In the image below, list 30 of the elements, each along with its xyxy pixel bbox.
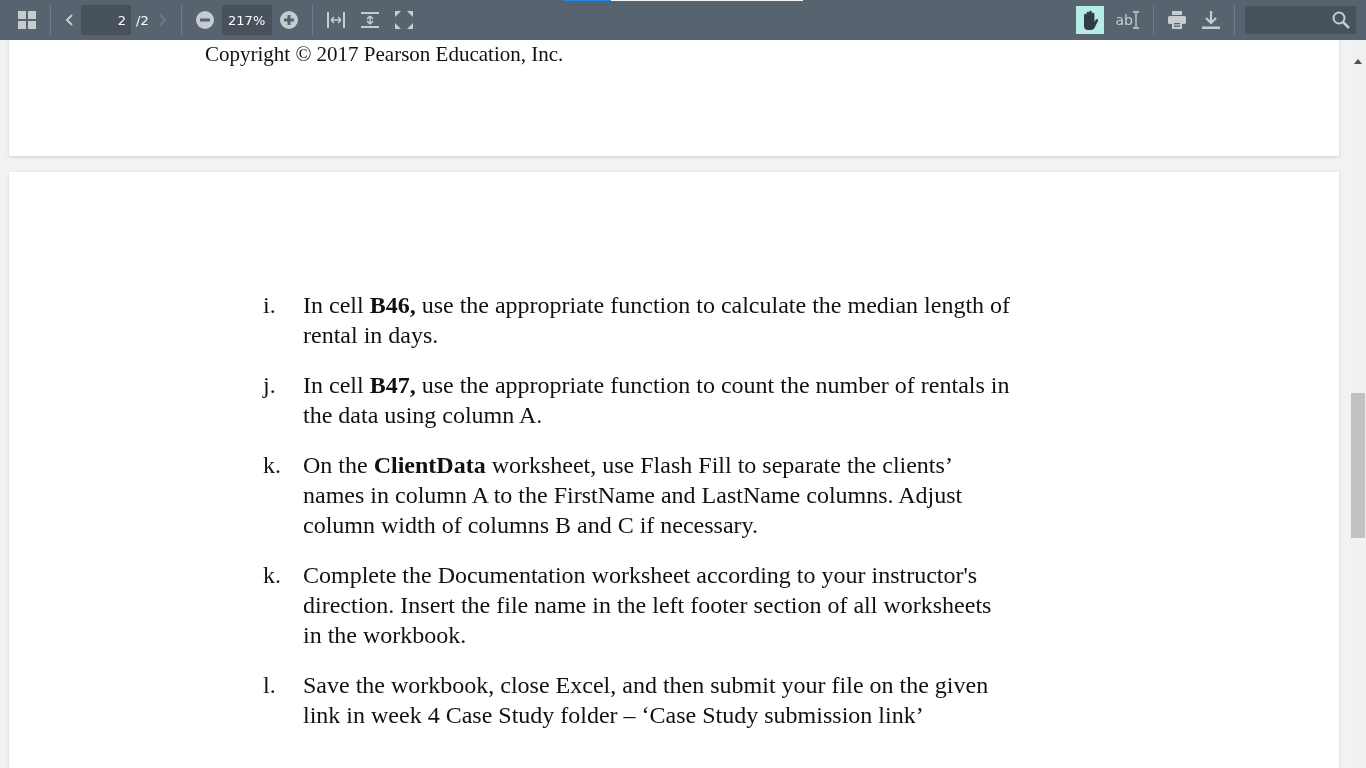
- copyright-text: Copyright © 2017 Pearson Education, Inc.: [205, 41, 565, 66]
- zoom-in-icon[interactable]: [279, 11, 298, 29]
- print-icon[interactable]: [1168, 11, 1186, 29]
- text-cursor-icon: [1133, 11, 1139, 29]
- list-marker: l.: [263, 671, 277, 700]
- page-number-field[interactable]: 2: [81, 5, 131, 35]
- hand-tool-button[interactable]: [1075, 6, 1104, 34]
- search-field[interactable]: [1245, 6, 1356, 34]
- fullscreen-icon[interactable]: [394, 11, 413, 29]
- instruction-text: Save the workbook, close Excel, and then submit your file on the given link in week 4 Case Study folder – ‘Case Study submission link’: [303, 671, 990, 730]
- zoom-out-icon[interactable]: [195, 11, 214, 29]
- text-select-button[interactable]: ab: [1111, 6, 1143, 34]
- list-marker: k.: [263, 561, 282, 590]
- instruction-text: On the ClientData worksheet, use Flash Fill to separate the clients’ names in column A to the FirstName and LastName columns. Adjust column width of columns B and C if necessary.: [303, 451, 964, 540]
- instruction-text: In cell B47, use the appropriate function to count the number of rentals in the data using column A.: [303, 371, 1011, 430]
- zoom-field[interactable]: 217%: [221, 5, 272, 35]
- list-marker: i.: [263, 291, 277, 320]
- grid-icon[interactable]: [18, 11, 36, 29]
- scrollbar-thumb[interactable]: [1351, 393, 1365, 538]
- fit-width-icon[interactable]: [326, 12, 345, 28]
- fit-page-icon[interactable]: [360, 12, 379, 28]
- search-icon: [1332, 11, 1350, 29]
- previous-page-icon[interactable]: [65, 14, 73, 26]
- instruction-text: In cell B46, use the appropriate function to calculate the median length of rental in days.: [303, 291, 1012, 350]
- scroll-up-icon[interactable]: [1354, 59, 1362, 64]
- instruction-text: Complete the Documentation worksheet according to your instructor's direction. Insert the file name in the left footer section of all worksheets in the workbook.: [303, 561, 993, 650]
- list-marker: k.: [263, 451, 282, 480]
- page-count: /2: [136, 12, 149, 28]
- list-marker: j.: [263, 371, 277, 400]
- download-icon[interactable]: [1202, 11, 1220, 29]
